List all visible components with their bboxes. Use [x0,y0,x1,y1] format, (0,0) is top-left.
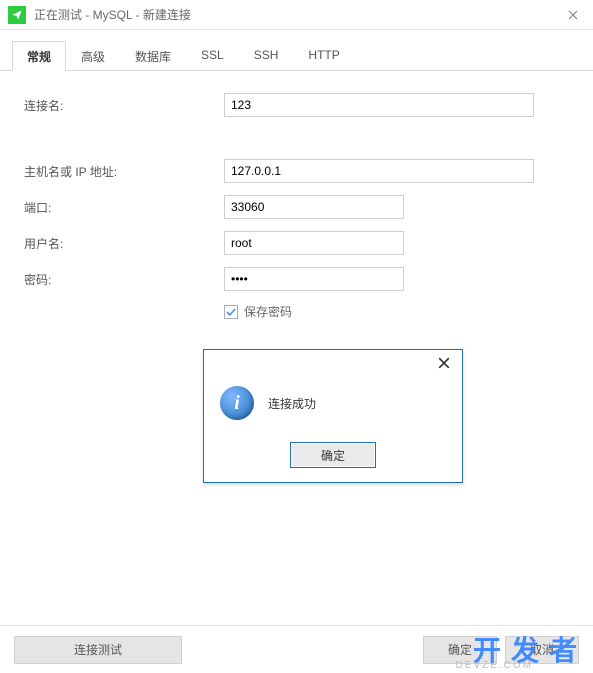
tab-ssl[interactable]: SSL [186,41,239,71]
label-username: 用户名: [24,235,224,252]
form-general: 连接名: 主机名或 IP 地址: 端口: 用户名: 密码: 保存密码 [0,71,593,336]
dialog-close-button[interactable] [432,353,456,373]
dialog-ok-button[interactable]: 确定 [290,442,376,468]
window-close-button[interactable] [553,0,593,30]
save-password-label: 保存密码 [244,303,292,320]
info-icon: i [220,386,254,420]
tabs: 常规 高级 数据库 SSL SSH HTTP [0,30,593,71]
tab-ssh[interactable]: SSH [239,41,294,71]
ok-button[interactable]: 确定 [423,636,497,664]
port-input[interactable] [224,195,404,219]
tab-general[interactable]: 常规 [12,41,66,71]
tab-advanced[interactable]: 高级 [66,41,120,71]
connection-name-input[interactable] [224,93,534,117]
check-icon [226,307,236,317]
test-connection-button[interactable]: 连接测试 [14,636,182,664]
label-host: 主机名或 IP 地址: [24,163,224,180]
password-input[interactable] [224,267,404,291]
cancel-button[interactable]: 取消 [505,636,579,664]
label-port: 端口: [24,199,224,216]
label-password: 密码: [24,271,224,288]
app-icon [8,6,26,24]
tab-http[interactable]: HTTP [293,41,354,71]
username-input[interactable] [224,231,404,255]
close-icon [568,10,578,20]
message-dialog: i 连接成功 确定 [203,349,463,483]
close-icon [438,357,450,369]
label-connection-name: 连接名: [24,97,224,114]
titlebar: 正在测试 - MySQL - 新建连接 [0,0,593,30]
host-input[interactable] [224,159,534,183]
window-title: 正在测试 - MySQL - 新建连接 [34,6,553,23]
footer: 连接测试 确定 取消 [0,625,593,673]
save-password-checkbox[interactable] [224,305,238,319]
tab-database[interactable]: 数据库 [120,41,186,71]
dialog-message: 连接成功 [268,395,316,412]
